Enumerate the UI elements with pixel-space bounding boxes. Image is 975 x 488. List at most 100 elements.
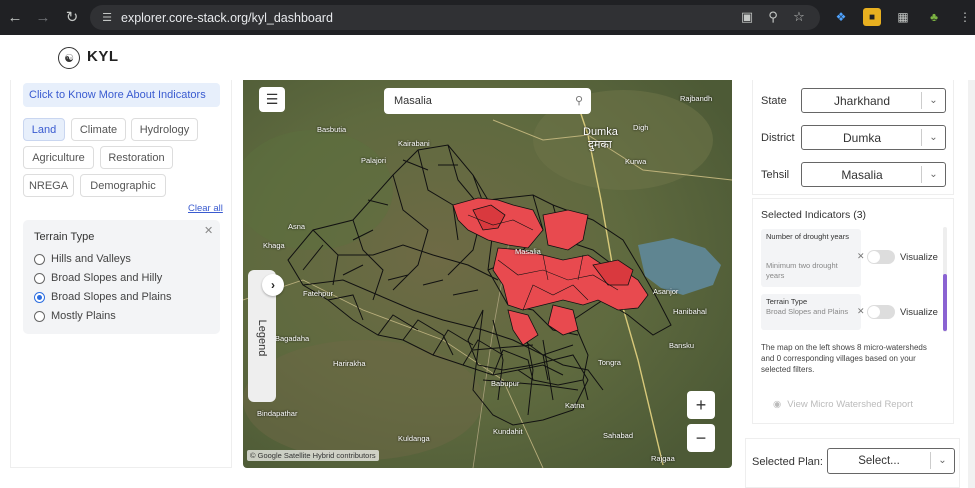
state-select[interactable]: Jharkhand ⌄ — [801, 88, 946, 113]
know-more-indicators-button[interactable]: Click to Know More About Indicators — [23, 83, 220, 107]
place-label: Palajori — [361, 156, 387, 165]
place-label: Katna — [565, 401, 585, 410]
install-app-icon[interactable]: ▣ — [740, 9, 754, 25]
zoom-out-button[interactable]: − — [687, 424, 715, 452]
zoom-in-button[interactable]: + — [687, 391, 715, 419]
place-label: Asanjor — [653, 287, 679, 296]
category-tab-hydrology[interactable]: Hydrology — [131, 118, 198, 141]
extensions-puzzle-icon[interactable]: ▦ — [894, 8, 912, 26]
url-text[interactable]: explorer.core-stack.org/kyl_dashboard — [121, 11, 333, 25]
plan-selector-panel: Selected Plan: Select... ⌄ — [745, 438, 960, 488]
category-tab-climate[interactable]: Climate — [71, 118, 126, 141]
place-label: Tongra — [598, 358, 621, 367]
map-menu-button[interactable]: ☰ — [259, 87, 285, 112]
visualize-toggle-drought[interactable] — [867, 250, 895, 264]
forward-arrow-icon[interactable]: → — [32, 6, 54, 28]
radio-button-selected[interactable] — [34, 291, 45, 303]
chevron-down-icon[interactable]: ⌄ — [921, 92, 945, 109]
back-arrow-icon[interactable]: ← — [4, 6, 26, 28]
radio-button[interactable] — [34, 272, 45, 284]
plan-value: Select... — [858, 455, 900, 467]
chevron-down-icon[interactable]: ⌄ — [921, 166, 945, 183]
visualize-toggle-terrain[interactable] — [867, 305, 895, 319]
place-label: Kundahit — [493, 427, 523, 436]
terrain-option-broad-slopes-hilly[interactable]: Broad Slopes and Hilly — [34, 272, 162, 284]
place-label: दुमका — [588, 139, 612, 151]
terrain-patch — [243, 340, 483, 460]
indicator-filter-panel: Click to Know More About Indicators Land… — [10, 80, 232, 468]
place-label: Fatehpur — [303, 289, 334, 298]
radio-button[interactable] — [34, 310, 45, 322]
place-label: Kuldanga — [398, 434, 430, 443]
place-label: Babupur — [491, 379, 520, 388]
plan-select[interactable]: Select... ⌄ — [827, 448, 955, 474]
app-name: KYL — [87, 48, 119, 65]
place-label: Kurwa — [625, 157, 647, 166]
state-value: Jharkhand — [833, 94, 891, 108]
category-tab-nrega[interactable]: NREGA — [23, 174, 74, 197]
plan-label: Selected Plan: — [752, 456, 823, 468]
chevron-right-icon[interactable]: › — [262, 274, 284, 296]
app-header: ☯ KYL — [0, 35, 975, 80]
view-report-label: View Micro Watershed Report — [787, 399, 913, 410]
close-icon[interactable]: ✕ — [204, 224, 213, 237]
visualize-label: Visualize — [900, 307, 938, 318]
extension-green-icon[interactable]: ♣ — [925, 8, 943, 26]
place-label: Bansku — [669, 341, 695, 350]
place-label: Rajbandh — [680, 94, 713, 103]
district-value: Dumka — [842, 131, 881, 145]
chevron-down-icon[interactable]: ⌄ — [921, 129, 945, 146]
place-label: Digh — [633, 123, 649, 132]
place-label: Masalia — [515, 247, 541, 256]
remove-indicator-icon[interactable]: ✕ — [857, 306, 865, 317]
site-info-icon[interactable]: ☰ — [99, 10, 115, 26]
indicator-scrollbar-thumb[interactable] — [943, 274, 947, 331]
category-tab-demographic[interactable]: Demographic — [80, 174, 166, 197]
place-label: Rajgaa — [651, 454, 675, 463]
district-select[interactable]: Dumka ⌄ — [801, 125, 946, 150]
chevron-down-icon[interactable]: ⌄ — [930, 452, 954, 469]
view-report-button[interactable]: ◉ View Micro Watershed Report — [773, 399, 913, 410]
clear-all-link[interactable]: Clear all — [188, 203, 223, 214]
category-tab-land[interactable]: Land — [23, 118, 65, 141]
radio-button[interactable] — [34, 253, 45, 265]
indicator-detail: Broad Slopes and Plains — [766, 307, 849, 316]
selected-indicators-title: Selected Indicators (3) — [761, 209, 867, 221]
terrain-option-hills-valleys[interactable]: Hills and Valleys — [34, 253, 131, 265]
map-view[interactable]: Dumka दुमका Rajbandh Digh Basbutia Kaira… — [243, 80, 732, 468]
browser-menu-icon[interactable]: ⋮ — [956, 8, 974, 26]
satellite-map[interactable] — [243, 80, 732, 468]
legend-label: Legend — [256, 319, 268, 357]
place-label: Bagadaha — [275, 334, 310, 343]
indicator-name: Terrain Type — [766, 297, 808, 306]
terrain-option-mostly-plains[interactable]: Mostly Plains — [34, 310, 116, 322]
filter-summary-text: The map on the left shows 8 micro-waters… — [761, 343, 927, 374]
tehsil-select[interactable]: Masalia ⌄ — [801, 162, 946, 187]
terrain-type-card: Terrain Type ✕ Hills and Valleys Broad S… — [23, 220, 220, 334]
search-icon[interactable]: ⚲ — [575, 94, 583, 107]
category-tab-agriculture[interactable]: Agriculture — [23, 146, 94, 169]
place-label: Basbutia — [317, 125, 347, 134]
reload-icon[interactable]: ↻ — [61, 6, 83, 28]
indicator-name: Number of drought years — [766, 232, 849, 241]
terrain-type-title: Terrain Type — [34, 231, 95, 243]
terrain-option-broad-slopes-plains[interactable]: Broad Slopes and Plains — [34, 291, 171, 303]
state-label: State — [761, 95, 787, 107]
place-label: Kairabani — [398, 139, 430, 148]
terrain-option-label: Hills and Valleys — [51, 253, 131, 265]
zoom-icon[interactable]: ⚲ — [766, 9, 780, 25]
remove-indicator-icon[interactable]: ✕ — [857, 251, 865, 262]
eye-icon: ◉ — [773, 399, 782, 410]
page-scrollbar[interactable] — [968, 80, 975, 488]
logo-icon: ☯ — [58, 47, 80, 69]
district-label: District — [761, 132, 795, 144]
indicator-detail: Minimum two drought years — [766, 261, 838, 280]
extension-blue-icon[interactable]: ❖ — [832, 8, 850, 26]
map-search-input[interactable]: Masalia ⚲ — [384, 88, 591, 114]
extension-yellow-icon[interactable]: ■ — [863, 8, 881, 26]
address-bar[interactable]: ☰ explorer.core-stack.org/kyl_dashboard … — [90, 5, 820, 30]
map-attribution: © Google Satellite Hybrid contributors — [247, 450, 379, 461]
bookmark-star-icon[interactable]: ☆ — [792, 9, 806, 25]
place-label: Hanibahal — [673, 307, 707, 316]
category-tab-restoration[interactable]: Restoration — [100, 146, 173, 169]
